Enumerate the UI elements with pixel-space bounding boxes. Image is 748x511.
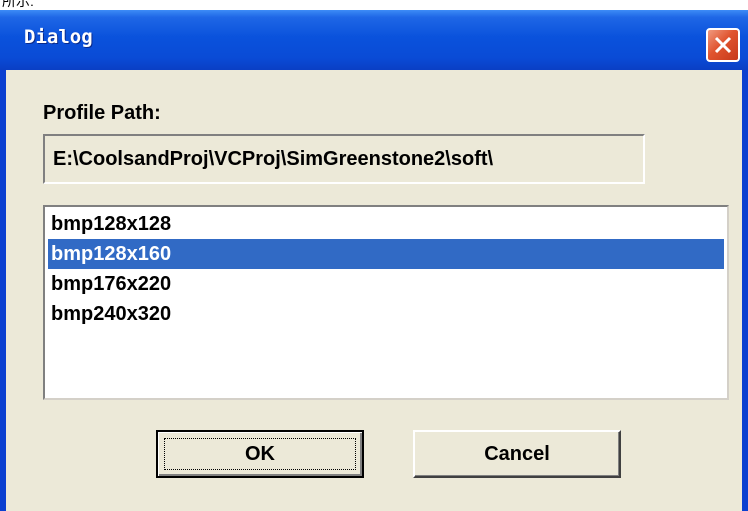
- dialog-window: Dialog Profile Path: E:\CoolsandProj\VCP…: [0, 10, 748, 511]
- close-button[interactable]: [706, 28, 740, 62]
- profile-path-value: E:\CoolsandProj\VCProj\SimGreenstone2\so…: [53, 148, 494, 170]
- profile-path-field: E:\CoolsandProj\VCProj\SimGreenstone2\so…: [43, 134, 645, 184]
- list-item[interactable]: bmp176x220: [48, 269, 724, 299]
- profile-listbox[interactable]: bmp128x128 bmp128x160 bmp176x220 bmp240x…: [43, 205, 729, 400]
- ok-button[interactable]: OK: [156, 430, 364, 478]
- ok-button-label: OK: [245, 443, 275, 465]
- list-item[interactable]: bmp240x320: [48, 299, 724, 329]
- profile-path-label: Profile Path:: [43, 102, 161, 124]
- window-title: Dialog: [24, 26, 93, 48]
- cancel-button-label: Cancel: [484, 443, 550, 465]
- dialog-body: Profile Path: E:\CoolsandProj\VCProj\Sim…: [6, 70, 742, 511]
- cancel-button[interactable]: Cancel: [413, 430, 621, 478]
- title-bar[interactable]: Dialog: [0, 10, 748, 70]
- list-item-selected[interactable]: bmp128x160: [48, 239, 724, 269]
- list-item[interactable]: bmp128x128: [48, 209, 724, 239]
- close-icon: [714, 36, 732, 54]
- background-text-strip: 所示:: [0, 0, 748, 10]
